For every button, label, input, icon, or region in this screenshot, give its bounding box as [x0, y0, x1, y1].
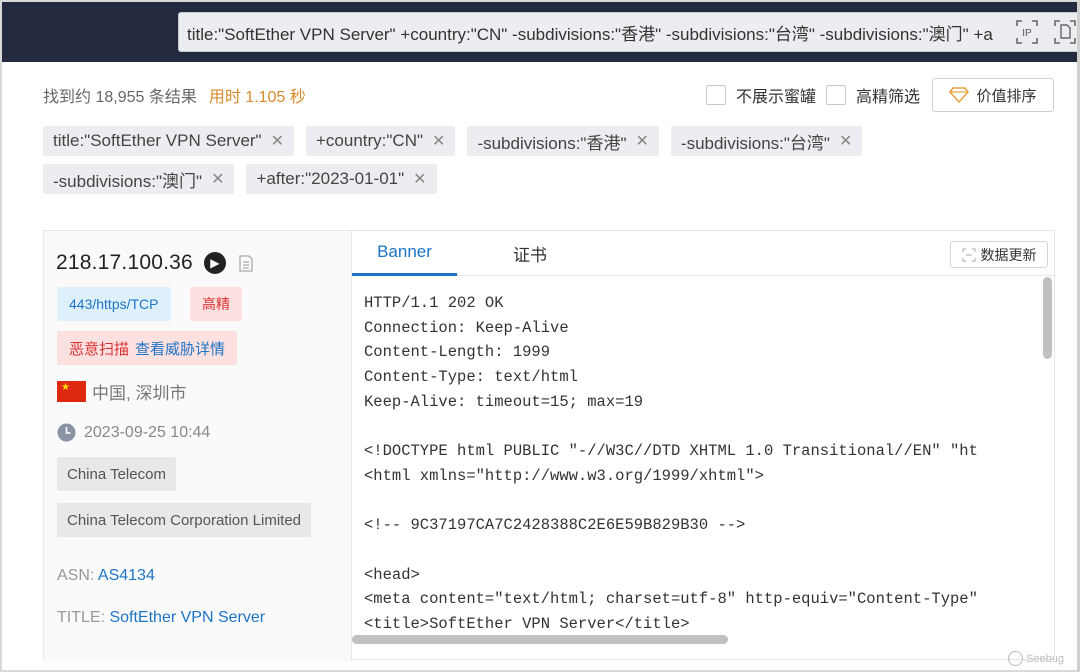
organization-tag[interactable]: China Telecom Corporation Limited — [57, 503, 312, 537]
isp-tag[interactable]: China Telecom — [57, 457, 176, 491]
threat-label: 恶意扫描 — [69, 340, 130, 358]
filter-chip-label: -subdivisions:"台湾" — [680, 133, 830, 153]
high-precision-checkbox[interactable]: 高精筛选 — [825, 83, 920, 107]
close-icon[interactable]: ✕ — [636, 131, 649, 151]
detail-panel: Banner 证书 数据更新 HTTP/1.1 202 OK Connectio… — [352, 231, 1056, 661]
document-icon[interactable] — [1050, 17, 1080, 47]
location: ★ 中国, 深圳市 — [57, 379, 186, 404]
banner-text: HTTP/1.1 202 OK Connection: Keep-Alive C… — [364, 294, 978, 634]
filter-chip-label: +after:"2023-01-01" — [256, 169, 405, 188]
ip-scan-icon[interactable]: IP — [1012, 17, 1042, 47]
close-icon[interactable]: ✕ — [271, 131, 284, 151]
filter-chip[interactable]: +country:"CN" ✕ — [306, 126, 456, 156]
ip-address[interactable]: 218.17.100.36 — [56, 251, 193, 275]
asn-row: ASN: AS4134 — [57, 567, 155, 585]
close-icon[interactable]: ✕ — [839, 131, 852, 151]
asn-link[interactable]: AS4134 — [98, 567, 155, 584]
date-text: 2023-09-25 10:44 — [84, 423, 211, 441]
filter-chip-label: -subdivisions:"香港" — [477, 133, 627, 153]
threat-details-link[interactable]: 查看威胁详情 — [135, 338, 225, 359]
filter-chip-label: +country:"CN" — [316, 131, 424, 150]
close-icon[interactable]: ✕ — [432, 131, 445, 151]
china-flag-icon: ★ — [57, 381, 86, 402]
search-query[interactable]: title:"SoftEther VPN Server" +country:"C… — [187, 20, 1004, 45]
hide-honeypot-label: 不展示蜜罐 — [735, 89, 816, 106]
hide-honeypot-checkbox[interactable]: 不展示蜜罐 — [705, 83, 816, 107]
result-options: 不展示蜜罐 高精筛选 价值排序 — [705, 78, 1054, 112]
tab-banner[interactable]: Banner — [352, 231, 457, 276]
filter-chip[interactable]: -subdivisions:"香港" ✕ — [467, 126, 659, 156]
scan-icon — [961, 247, 976, 262]
vertical-scrollbar[interactable] — [1043, 277, 1052, 359]
diamond-icon — [949, 87, 970, 103]
copy-icon[interactable] — [238, 253, 254, 273]
top-search-bar: title:"SoftEther VPN Server" +country:"C… — [0, 0, 1080, 62]
value-sort-button[interactable]: 价值排序 — [932, 78, 1054, 112]
filter-chip[interactable]: title:"SoftEther VPN Server" ✕ — [43, 126, 294, 156]
filter-chip[interactable]: -subdivisions:"台湾" ✕ — [670, 126, 863, 156]
threat-tag: 恶意扫描 查看威胁详情 — [57, 331, 238, 365]
search-input[interactable]: title:"SoftEther VPN Server" +country:"C… — [178, 12, 1080, 52]
detail-tabs: Banner 证书 数据更新 — [352, 231, 1056, 276]
value-sort-label: 价值排序 — [976, 87, 1037, 105]
precision-tag: 高精 — [190, 287, 242, 321]
title-link[interactable]: SoftEther VPN Server — [109, 609, 265, 626]
location-text[interactable]: 中国, 深圳市 — [92, 379, 186, 404]
refresh-data-button[interactable]: 数据更新 — [950, 241, 1048, 268]
update-date: 2023-09-25 10:44 — [57, 423, 210, 442]
result-summary: 找到约 18,955 条结果 用时 1.105 秒 — [43, 83, 306, 107]
close-icon[interactable]: ✕ — [413, 169, 426, 189]
checkbox-box[interactable] — [825, 85, 846, 105]
result-card: 218.17.100.36 ▶ 443/https/TCP 高精 恶意扫描 查看… — [43, 230, 1056, 661]
seebug-logo-icon — [1008, 651, 1024, 666]
horizontal-scrollbar[interactable] — [352, 635, 728, 644]
query-time: 用时 1.105 秒 — [208, 89, 306, 106]
high-precision-label: 高精筛选 — [855, 89, 920, 106]
title-row: TITLE: SoftEther VPN Server — [57, 609, 265, 627]
tab-certificate[interactable]: 证书 — [480, 231, 580, 276]
port-tag[interactable]: 443/https/TCP — [57, 287, 171, 321]
watermark: Seebug — [1008, 651, 1064, 666]
filter-chip-label: -subdivisions:"澳门" — [53, 171, 203, 191]
title-label: TITLE: — [57, 609, 106, 626]
ip-row: 218.17.100.36 ▶ — [56, 251, 254, 275]
asn-label: ASN: — [57, 567, 95, 584]
result-count: 找到约 18,955 条结果 — [43, 89, 197, 106]
filter-chips: title:"SoftEther VPN Server" ✕ +country:"… — [43, 126, 943, 202]
svg-text:IP: IP — [1022, 28, 1032, 39]
close-icon[interactable]: ✕ — [211, 169, 224, 189]
refresh-label: 数据更新 — [980, 246, 1037, 263]
checkbox-box[interactable] — [705, 85, 726, 105]
watermark-text: Seebug — [1026, 652, 1064, 665]
filter-chip-label: title:"SoftEther VPN Server" — [53, 131, 262, 150]
chevron-right-icon[interactable]: ▶ — [203, 252, 226, 274]
filter-chip[interactable]: -subdivisions:"澳门" ✕ — [43, 164, 235, 194]
clock-icon — [57, 423, 76, 442]
filter-chip[interactable]: +after:"2023-01-01" ✕ — [246, 164, 437, 194]
host-info-panel: 218.17.100.36 ▶ 443/https/TCP 高精 恶意扫描 查看… — [44, 231, 352, 661]
banner-view[interactable]: HTTP/1.1 202 OK Connection: Keep-Alive C… — [352, 277, 1056, 661]
